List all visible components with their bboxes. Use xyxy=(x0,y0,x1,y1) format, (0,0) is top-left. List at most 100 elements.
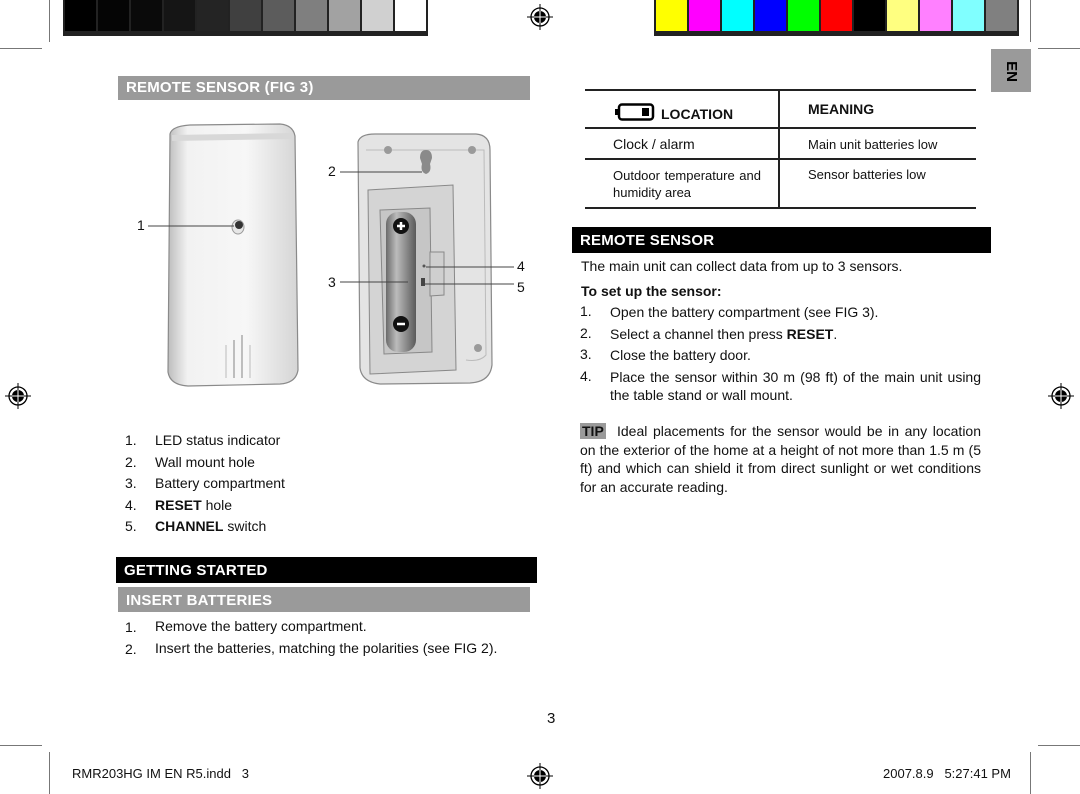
step-number: 3. xyxy=(580,346,592,362)
item-number: 3. xyxy=(125,475,137,491)
step-pre: Close the battery door. xyxy=(610,347,751,363)
callout-4: 4 xyxy=(517,258,525,274)
step-pre: Select a channel then press xyxy=(610,325,787,342)
sensor-back-view xyxy=(357,133,493,385)
step-text: Close the battery door. xyxy=(610,344,981,366)
gray-swatch xyxy=(98,0,129,31)
item-number: 2. xyxy=(125,453,137,470)
item-text: RESET hole xyxy=(155,495,425,517)
step-number: 2. xyxy=(125,641,137,657)
grayscale-color-bar xyxy=(63,0,428,36)
battery-steps-list: 1. Remove the battery compartment. 2. Inser… xyxy=(125,617,527,661)
callout-1: 1 xyxy=(137,217,145,233)
parts-list-item: 3. Battery compartment xyxy=(125,473,425,495)
section-header-remote-sensor: REMOTE SENSOR xyxy=(572,227,991,253)
setup-step: 2. Select a channel then press RESET. xyxy=(580,323,981,345)
table-cell-location: Outdoor temperature and humidity area xyxy=(613,168,761,200)
reset-hole xyxy=(422,264,426,268)
color-swatch xyxy=(986,0,1017,31)
step-post: . xyxy=(833,325,838,342)
crop-mark xyxy=(1030,752,1031,794)
parts-list-item: 2. Wall mount hole xyxy=(125,452,425,474)
item-number: 1. xyxy=(125,432,137,448)
crop-mark xyxy=(49,0,50,42)
remote-sensor-figure xyxy=(148,123,514,387)
table-header-meaning: MEANING xyxy=(808,101,875,117)
crop-mark xyxy=(1030,0,1031,42)
color-swatch xyxy=(755,0,786,31)
parts-list-item: 5. CHANNEL switch xyxy=(125,516,425,538)
battery-step: 2. Insert the batteries, matching the pol… xyxy=(125,639,527,661)
gray-swatch xyxy=(296,0,327,31)
gray-swatch xyxy=(131,0,162,31)
cmyk-color-bar xyxy=(654,0,1019,36)
gray-swatch xyxy=(197,0,228,31)
table-cell-location: Clock / alarm xyxy=(613,136,695,152)
crop-mark xyxy=(0,48,42,49)
item-text: LED status indicator xyxy=(155,430,425,452)
table-header-location: LOCATION xyxy=(661,106,734,122)
crop-mark xyxy=(1038,745,1080,746)
color-swatch xyxy=(689,0,720,31)
language-tab-label: EN xyxy=(1002,61,1020,82)
gray-swatch xyxy=(230,0,261,31)
item-label: switch xyxy=(223,518,267,534)
led-indicator xyxy=(235,221,243,229)
footer-timestamp: 2007.8.9 5:27:41 PM xyxy=(883,766,1011,781)
tip-paragraph: TIP Ideal placements for the sensor woul… xyxy=(580,422,981,496)
step-text: Place the sensor within 30 m (98 ft) of … xyxy=(610,366,981,406)
item-text: CHANNEL switch xyxy=(155,516,425,538)
parts-list-item: 1. LED status indicator xyxy=(125,430,425,452)
setup-title: To set up the sensor: xyxy=(581,283,722,299)
step-text: Open the battery compartment (see FIG 3)… xyxy=(610,301,981,323)
item-text: Battery compartment xyxy=(155,473,425,495)
item-label: LED status indicator xyxy=(155,432,281,448)
gray-swatch xyxy=(395,0,426,31)
gray-swatch xyxy=(362,0,393,31)
step-pre: Open the battery compartment (see FIG 3)… xyxy=(610,304,879,320)
crop-mark xyxy=(1038,48,1080,49)
item-bold: RESET xyxy=(155,496,202,513)
item-bold: CHANNEL xyxy=(155,518,224,534)
item-text: Wall mount hole xyxy=(155,452,425,474)
step-bold: RESET xyxy=(786,325,834,342)
gray-swatch xyxy=(263,0,294,31)
page-number: 3 xyxy=(547,710,556,727)
step-number: 4. xyxy=(580,367,592,384)
callout-5: 5 xyxy=(517,279,525,295)
crop-mark xyxy=(0,745,42,746)
item-label: Wall mount hole xyxy=(155,453,255,470)
gray-swatch xyxy=(164,0,195,31)
setup-step: 4. Place the sensor within 30 m (98 ft) o… xyxy=(580,366,981,406)
crop-mark xyxy=(49,752,50,794)
channel-switch xyxy=(421,278,425,286)
step-number: 1. xyxy=(125,619,137,635)
step-text: Select a channel then press RESET. xyxy=(610,323,981,345)
color-swatch xyxy=(920,0,951,31)
color-swatch xyxy=(788,0,819,31)
item-label: hole xyxy=(201,496,233,513)
color-swatch xyxy=(887,0,918,31)
item-label: Battery compartment xyxy=(155,475,285,491)
callout-2: 2 xyxy=(328,163,336,179)
remote-sensor-intro: The main unit can collect data from up t… xyxy=(581,258,903,274)
item-number: 4. xyxy=(125,496,137,513)
color-swatch xyxy=(953,0,984,31)
footer-filename: RMR203HG IM EN R5.indd 3 xyxy=(72,766,250,781)
battery-step: 1. Remove the battery compartment. xyxy=(125,617,527,639)
setup-step: 1. Open the battery compartment (see FIG … xyxy=(580,301,981,323)
registration-mark-icon xyxy=(1048,383,1074,409)
step-text: Remove the battery compartment. xyxy=(155,618,367,634)
gray-swatch xyxy=(329,0,360,31)
sensor-front-view xyxy=(167,123,299,387)
step-pre: Place the sensor within 30 m (98 ft) of … xyxy=(610,368,981,403)
item-number: 5. xyxy=(125,518,137,534)
language-tab: EN xyxy=(991,49,1031,92)
color-swatch xyxy=(821,0,852,31)
parts-list: 1. LED status indicator 2. Wall mount hole 3… xyxy=(125,430,425,538)
registration-mark-icon xyxy=(527,4,553,30)
color-swatch xyxy=(854,0,885,31)
tip-label: TIP xyxy=(580,423,606,439)
section-header-getting-started: GETTING STARTED xyxy=(116,557,537,583)
step-text: Insert the batteries, matching the polar… xyxy=(155,640,498,656)
